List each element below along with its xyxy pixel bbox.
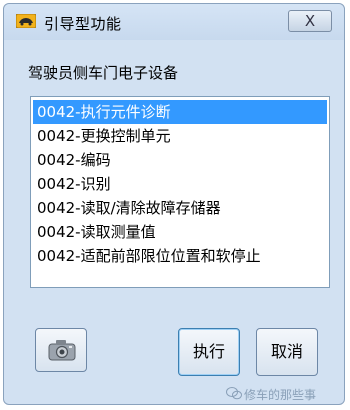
car-icon: [16, 14, 36, 28]
cancel-button[interactable]: 取消: [256, 328, 318, 376]
window-title: 引导型功能: [44, 15, 122, 33]
list-item[interactable]: 0042-识别: [33, 172, 327, 196]
screenshot-button[interactable]: [35, 328, 87, 372]
close-icon: X: [304, 12, 316, 30]
section-label: 驾驶员侧车门电子设备: [28, 64, 179, 82]
list-item[interactable]: 0042-读取/清除故障存储器: [33, 196, 327, 220]
list-item[interactable]: 0042-执行元件诊断: [33, 100, 327, 124]
title-bar: 引导型功能 X: [4, 4, 344, 40]
wechat-icon: [226, 387, 242, 400]
watermark: 修车的那些事: [244, 388, 317, 402]
camera-icon: [48, 340, 76, 361]
list-item[interactable]: 0042-编码: [33, 148, 327, 172]
list-item[interactable]: 0042-读取测量值: [33, 220, 327, 244]
function-list[interactable]: 0042-执行元件诊断 0042-更换控制单元 0042-编码 0042-识别 …: [30, 96, 330, 288]
list-item[interactable]: 0042-适配前部限位位置和软停止: [33, 244, 327, 268]
close-button[interactable]: X: [288, 10, 332, 32]
execute-button[interactable]: 执行: [178, 328, 240, 376]
list-item[interactable]: 0042-更换控制单元: [33, 124, 327, 148]
